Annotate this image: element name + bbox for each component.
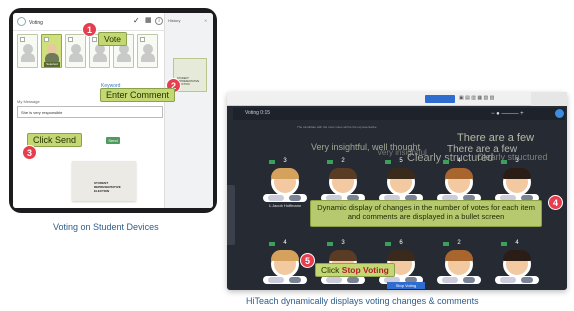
candidate-avatar[interactable]: 3 1.Jacob Hoffmann	[263, 158, 307, 212]
voting-subtitle: The candidate with the most votes will b…	[297, 125, 377, 129]
hiteach-window: ▣ ▤ ▥ ▦ ▧ ▨ Voting 0:15 − ● ──── + The c…	[227, 92, 567, 290]
flag-icon	[269, 242, 275, 246]
info-icon[interactable]: i	[155, 17, 163, 25]
vote-count: 2	[457, 240, 461, 246]
toolbar-button[interactable]	[425, 95, 455, 103]
bullet-comment: There are a few	[457, 132, 535, 144]
vote-count: 4	[283, 240, 287, 246]
name-plate	[437, 276, 481, 284]
flag-icon	[443, 160, 449, 164]
checkbox-icon[interactable]	[92, 37, 97, 42]
flag-icon	[327, 242, 333, 246]
back-icon[interactable]	[17, 17, 26, 26]
avatar-hair	[271, 168, 299, 179]
avatar-hair	[445, 168, 473, 179]
side-handle[interactable]	[227, 185, 235, 245]
history-panel: History ✕ STUDENT REPRESENTATIVE ELECTIO…	[165, 13, 213, 208]
step-badge-4: 4	[548, 195, 563, 210]
candidate-avatar[interactable]: 2	[437, 240, 481, 294]
vote-count: 4	[457, 158, 461, 164]
callout-stop-emph: Stop Voting	[341, 265, 389, 275]
flag-icon	[385, 242, 391, 246]
thumbnail-text: STUDENT REPRESENTATIVE ELECTION	[177, 77, 200, 86]
caption-student-devices: Voting on Student Devices	[53, 222, 159, 232]
flag-icon	[385, 160, 391, 164]
caption-hiteach: HiTeach dynamically displays voting chan…	[246, 296, 479, 306]
stop-voting-button[interactable]: Stop Voting	[387, 282, 425, 289]
confirm-icon[interactable]	[555, 109, 564, 118]
name-plate	[263, 276, 307, 284]
voting-title-bar: Voting 0:15 − ● ──── +	[233, 108, 565, 120]
vote-count: 4	[515, 240, 519, 246]
avatar-hair	[329, 168, 357, 179]
step-badge-1: 1	[82, 22, 97, 37]
callout-vote: Vote	[98, 32, 128, 46]
step-badge-5: 5	[300, 253, 315, 268]
ribbon-area	[531, 92, 567, 106]
callout-enter-comment: Enter Comment	[100, 88, 176, 102]
ballot-paper-image: STUDENT REPRESENTATIVE ELECTION	[72, 161, 136, 201]
vote-count: 3	[515, 158, 519, 164]
checkbox-icon[interactable]	[44, 37, 49, 42]
flag-icon	[269, 160, 275, 164]
callout-dynamic-display: Dynamic display of changes in the number…	[310, 200, 542, 227]
avatar-hair	[503, 168, 531, 179]
ballot-text: STUDENT REPRESENTATIVE ELECTION	[94, 181, 121, 193]
check-icon[interactable]: ✓	[133, 17, 140, 25]
selected-tag: Selected	[44, 62, 60, 67]
send-button[interactable]: Send	[106, 137, 120, 144]
checkbox-icon[interactable]	[140, 37, 145, 42]
vote-count: 3	[283, 158, 287, 164]
avatar-hair	[445, 250, 473, 261]
comment-label: My Message	[17, 99, 40, 104]
candidate-card[interactable]	[17, 34, 38, 68]
name-plate	[495, 276, 539, 284]
step-badge-3: 3	[22, 145, 37, 160]
history-title: History	[168, 18, 181, 23]
avatar-hair	[271, 250, 299, 261]
callout-stop-prefix: Click	[321, 265, 342, 275]
avatar-hair	[329, 250, 357, 261]
checkbox-icon[interactable]	[20, 37, 25, 42]
avatar-hair	[387, 168, 415, 179]
candidate-card[interactable]	[137, 34, 158, 68]
flag-icon	[327, 160, 333, 164]
flag-icon	[443, 242, 449, 246]
topbar-subtitle: Voting	[29, 20, 43, 26]
candidate-card-selected[interactable]: Selected	[41, 34, 62, 68]
callout-click-send: Click Send	[27, 133, 83, 147]
vote-count: 5	[399, 158, 403, 164]
comment-input[interactable]: She is very responsible	[17, 106, 163, 118]
voting-panel: Voting ✓ ▦ i Selected Keyword My Message…	[13, 13, 165, 208]
voting-title: Voting 0:15	[245, 110, 271, 116]
candidate-name: 1.Jacob Hoffmann	[268, 203, 302, 208]
grid-icon[interactable]: ▦	[145, 17, 152, 25]
flag-icon	[501, 160, 507, 164]
vote-count: 2	[341, 158, 345, 164]
vote-count: 6	[399, 240, 403, 246]
avatar-hair	[503, 250, 531, 261]
close-icon[interactable]: ✕	[204, 18, 207, 23]
zoom-controls[interactable]: − ● ──── +	[491, 111, 524, 117]
vote-count: 3	[341, 240, 345, 246]
name-plate	[263, 194, 307, 202]
name-plate	[321, 276, 365, 284]
window-toolbar: ▣ ▤ ▥ ▦ ▧ ▨	[227, 92, 567, 106]
flag-icon	[501, 242, 507, 246]
candidate-row: Selected	[17, 34, 163, 70]
toolbar-icons: ▣ ▤ ▥ ▦ ▧ ▨	[459, 95, 495, 101]
candidate-avatar[interactable]: 4	[495, 240, 539, 294]
callout-stop-voting: Click Stop Voting	[315, 263, 395, 277]
candidate-card[interactable]	[65, 34, 86, 68]
avatar-hair	[387, 250, 415, 261]
checkbox-icon[interactable]	[68, 37, 73, 42]
